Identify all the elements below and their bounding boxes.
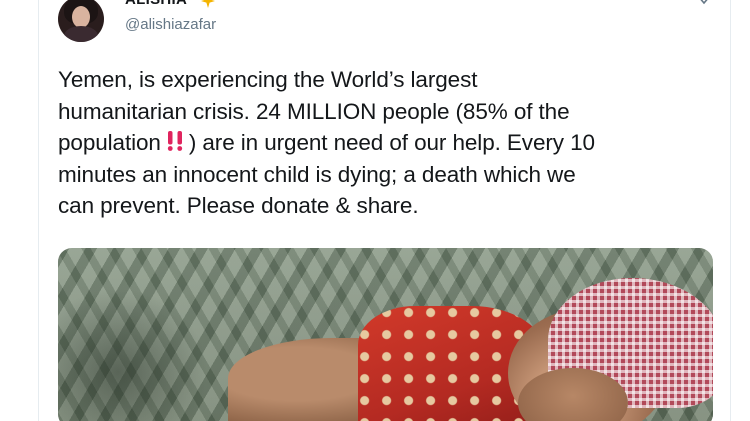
- avatar[interactable]: [58, 0, 104, 42]
- tweet-line: population ) are in urgent need of our he…: [58, 127, 718, 159]
- timeline-border-right: [730, 0, 731, 421]
- user-handle[interactable]: @alishiazafar: [125, 16, 216, 33]
- photo-shadow: [58, 288, 208, 421]
- tweet-line: can prevent. Please donate & share.: [58, 193, 419, 218]
- timeline-border-left: [38, 0, 39, 421]
- tweet-line: Yemen, is experiencing the World’s large…: [58, 67, 478, 92]
- chevron-down-icon[interactable]: [697, 0, 711, 5]
- tweet-media-photo[interactable]: [58, 248, 713, 421]
- tweet-line: humanitarian crisis. 24 MILLION people (…: [58, 98, 570, 124]
- tweet-line-segment: population: [58, 130, 161, 155]
- avatar-face: [72, 6, 90, 28]
- double-exclamation-icon: [167, 131, 182, 151]
- tweet-text: Yemen, is experiencing the World’s large…: [58, 64, 718, 222]
- tweet-card: ALISHIA @alishiazafar Yemen, is experien…: [0, 0, 750, 421]
- display-name[interactable]: ALISHIA: [125, 0, 187, 8]
- tweet-line: minutes an innocent child is dying; a de…: [58, 161, 576, 187]
- sparkle-star-icon: [201, 0, 215, 8]
- tweet-line-segment: ) are in urgent need of our help. Every …: [188, 130, 595, 155]
- avatar-dress: [64, 26, 98, 42]
